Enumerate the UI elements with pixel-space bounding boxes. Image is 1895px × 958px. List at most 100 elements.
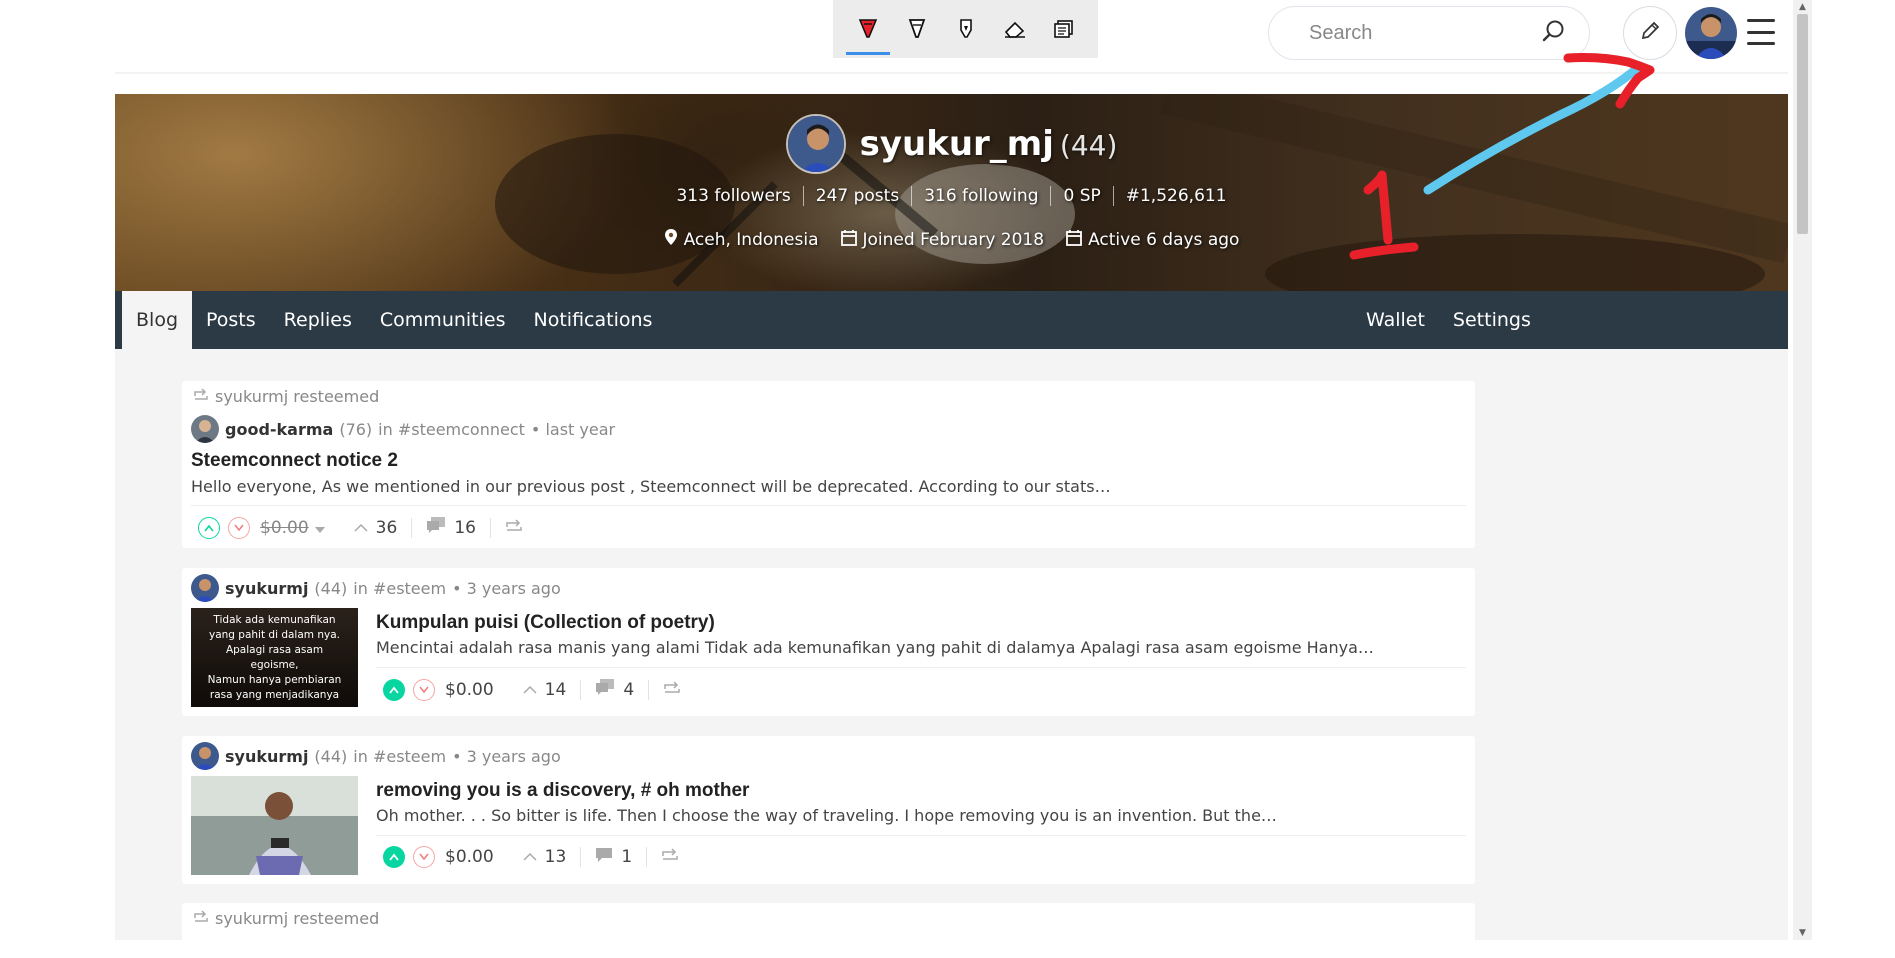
post-card: syukurmj (44) in #esteem • 3 years ago r…	[182, 736, 1475, 884]
user-avatar[interactable]	[1685, 7, 1737, 59]
comments-count[interactable]: 1	[621, 847, 632, 867]
comments-icon	[595, 678, 615, 701]
post-card: syukurmj resteemed good-karma (76) in #s…	[182, 381, 1475, 548]
tab-settings[interactable]: Settings	[1439, 291, 1545, 349]
search-icon[interactable]	[1541, 18, 1567, 48]
votes-count[interactable]: 36	[376, 518, 398, 538]
post-community[interactable]: in #steemconnect	[378, 420, 525, 439]
thumbnail-text-line: egoisme,	[250, 658, 299, 671]
post-time: • 3 years ago	[452, 578, 561, 598]
author-reputation: (44)	[314, 746, 348, 766]
thumbnail-text-line: Tidak ada kemunafikan	[213, 613, 336, 626]
post-community[interactable]: in #esteem	[353, 579, 446, 598]
scrollbar-thumb[interactable]	[1797, 14, 1808, 234]
author-name[interactable]: syukurmj	[225, 747, 308, 766]
tab-communities[interactable]: Communities	[366, 291, 520, 349]
post-body[interactable]: Oh mother. . . So bitter is life. Then I…	[376, 806, 1461, 825]
upvote-button[interactable]	[383, 678, 405, 701]
votes-icon	[354, 518, 368, 538]
post-community[interactable]: in #esteem	[353, 747, 446, 766]
red-pen-icon[interactable]	[845, 9, 890, 55]
following-count[interactable]: 316 following	[912, 186, 1052, 206]
followers-count[interactable]: 313 followers	[664, 186, 804, 206]
post-time: • last year	[530, 419, 616, 439]
tab-replies[interactable]: Replies	[270, 291, 366, 349]
menu-icon[interactable]	[1747, 19, 1775, 45]
post-payout[interactable]: $0.00	[260, 518, 309, 538]
author-name[interactable]: good-karma	[225, 420, 333, 439]
post-payout[interactable]: $0.00	[445, 680, 494, 700]
joined-text: Joined February 2018	[862, 229, 1045, 250]
reblog-icon[interactable]	[505, 518, 523, 538]
author-avatar[interactable]	[191, 742, 219, 770]
post-payout[interactable]: $0.00	[445, 847, 494, 867]
rank: #1,526,611	[1125, 186, 1227, 206]
resteem-icon	[193, 387, 209, 406]
profile-reputation: (44)	[1059, 129, 1118, 162]
downvote-button[interactable]	[228, 516, 250, 539]
author-line: good-karma (76) in #steemconnect • last …	[191, 415, 615, 443]
tab-posts[interactable]: Posts	[192, 291, 270, 349]
search-box[interactable]: Search	[1268, 6, 1590, 60]
votes-count[interactable]: 14	[545, 680, 567, 700]
active-status: Active 6 days ago	[1066, 228, 1239, 251]
post-body[interactable]: Mencintai adalah rasa manis yang alami T…	[376, 638, 1461, 657]
pencil-icon	[1639, 20, 1661, 46]
write-post-button[interactable]	[1623, 6, 1677, 60]
resteem-text: syukurmj resteemed	[215, 909, 380, 928]
copy-icon[interactable]	[1044, 9, 1084, 49]
post-body[interactable]: Hello everyone, As we mentioned in our p…	[191, 477, 1461, 496]
author-avatar[interactable]	[191, 415, 219, 443]
marker-icon[interactable]	[897, 9, 937, 49]
eraser-icon[interactable]	[995, 9, 1035, 49]
author-reputation: (44)	[314, 578, 348, 598]
tab-wallet[interactable]: Wallet	[1352, 291, 1439, 349]
highlighter-icon[interactable]	[946, 9, 986, 49]
header-divider	[115, 72, 1788, 74]
location: Aceh, Indonesia	[664, 228, 819, 251]
profile-avatar	[785, 114, 846, 174]
author-name[interactable]: syukurmj	[225, 579, 308, 598]
thumbnail-text-line: Apalagi rasa asam	[225, 643, 324, 656]
resteem-line: syukurmj resteemed	[193, 909, 379, 928]
scroll-down-arrow-icon[interactable]: ▼	[1797, 928, 1808, 938]
chevron-down-icon[interactable]	[314, 518, 325, 538]
profile-username: syukur_mj	[859, 124, 1054, 164]
comments-count[interactable]: 16	[454, 518, 476, 538]
downvote-button[interactable]	[413, 846, 435, 868]
post-title[interactable]: Kumpulan puisi (Collection of poetry)	[376, 612, 715, 634]
post-actions: $0.00 36 16	[198, 516, 523, 539]
posts-count: 247 posts	[804, 186, 913, 206]
resteem-text: syukurmj resteemed	[215, 387, 380, 406]
reblog-icon[interactable]	[661, 847, 679, 867]
post-actions: $0.00 14 4	[383, 678, 681, 701]
divider	[489, 517, 491, 538]
calendar-icon	[840, 229, 857, 251]
post-title[interactable]: Steemconnect notice 2	[191, 450, 398, 472]
author-line: syukurmj (44) in #esteem • 3 years ago	[191, 574, 561, 602]
post-title[interactable]: removing you is a discovery, # oh mother	[376, 780, 749, 802]
comments-icon	[426, 516, 446, 539]
divider	[580, 847, 582, 867]
scroll-up-arrow-icon[interactable]: ▲	[1797, 2, 1808, 12]
post-thumbnail[interactable]: Tidak ada kemunafikan yang pahit di dala…	[191, 608, 358, 707]
post-separator	[191, 505, 1466, 506]
profile-meta: Aceh, Indonesia Joined February 2018 Act…	[115, 228, 1788, 251]
post-thumbnail[interactable]	[191, 776, 358, 875]
downvote-button[interactable]	[413, 678, 435, 701]
upvote-button[interactable]	[198, 516, 220, 539]
search-input[interactable]: Search	[1309, 22, 1372, 45]
reblog-icon[interactable]	[663, 680, 681, 700]
tab-blog[interactable]: Blog	[122, 291, 192, 349]
votes-icon	[523, 847, 537, 867]
joined-date: Joined February 2018	[840, 228, 1045, 251]
comments-count[interactable]: 4	[623, 680, 634, 700]
upvote-button[interactable]	[383, 846, 405, 868]
tab-notifications[interactable]: Notifications	[520, 291, 667, 349]
author-avatar[interactable]	[191, 574, 219, 602]
post-time: • 3 years ago	[452, 746, 561, 766]
votes-count[interactable]: 13	[545, 847, 567, 867]
